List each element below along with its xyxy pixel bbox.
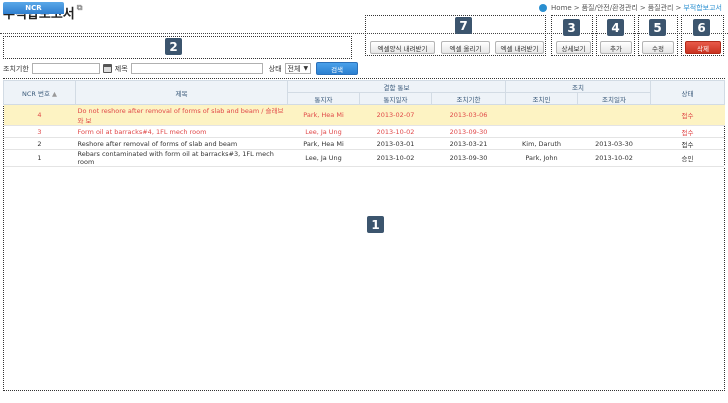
cell-title: Reshore after removal of forms of slab a…: [75, 137, 288, 150]
cell-action-date: [577, 125, 651, 138]
callout-2: 2: [165, 38, 182, 55]
breadcrumb-sep: >: [639, 4, 646, 12]
cell-title: Do not reshore after removal of forms of…: [75, 104, 288, 126]
filter-row: 조치기한 제목 상태 전체 ▼ 검색: [3, 62, 359, 75]
cell-notifier: Park, Hea Mi: [287, 137, 360, 150]
callout-6: 6: [693, 19, 710, 36]
due-date-label: 조치기한: [3, 64, 29, 73]
cell-status: 접수: [650, 125, 725, 138]
cell-status: 접수: [650, 137, 725, 150]
breadcrumb-current: 부적합보고서: [683, 4, 722, 12]
table-row[interactable]: 1 Rebars contaminated with form oil at b…: [3, 149, 725, 167]
cell-title: Rebars contaminated with form oil at bar…: [75, 149, 288, 167]
cell-action-person: [505, 125, 578, 138]
cell-action-date: 2013-10-02: [577, 149, 651, 167]
calendar-icon[interactable]: [102, 64, 112, 73]
col-group-defect-notice: 결함 통보: [287, 80, 506, 93]
delete-button[interactable]: 삭제: [685, 41, 721, 54]
excel-download-button[interactable]: 엑셀 내려받기: [495, 41, 544, 54]
callout-1: 1: [367, 216, 384, 233]
col-header-action-person[interactable]: 조치인: [505, 92, 578, 105]
table-row[interactable]: 2 Reshore after removal of forms of slab…: [3, 137, 725, 150]
cell-due-date: 2013-09-30: [431, 125, 506, 138]
chevron-down-icon: ▼: [303, 65, 309, 72]
breadcrumb-section[interactable]: 품질/안전/환경관리: [582, 3, 638, 13]
excel-upload-button[interactable]: 엑셀 올리기: [441, 41, 490, 54]
status-select[interactable]: 전체 ▼: [284, 63, 312, 74]
col-header-due-date[interactable]: 조치기한: [431, 92, 506, 105]
ncr-table: NCR 번호 ▲ 제목 결함 통보 조치 상태 통지자 통지일자 조치기한 조치…: [3, 80, 725, 167]
col-header-no[interactable]: NCR 번호 ▲: [3, 80, 76, 105]
breadcrumb-sep: >: [675, 4, 682, 12]
cell-notice-date: 2013-10-02: [359, 149, 432, 167]
sort-asc-icon[interactable]: ▲: [52, 90, 57, 98]
col-header-title[interactable]: 제목: [75, 80, 288, 105]
cell-notice-date: 2013-02-07: [359, 104, 432, 126]
cell-no: 3: [3, 125, 76, 138]
cell-action-date: [577, 104, 651, 126]
status-filter-label: 상태: [268, 64, 282, 73]
breadcrumb-subsection[interactable]: 품질관리: [648, 3, 674, 13]
breadcrumb: Home > 품질/안전/환경관리 > 품질관리 > 부적합보고서: [539, 3, 722, 13]
title-filter-field[interactable]: [130, 63, 263, 74]
col-header-notifier[interactable]: 통지자: [287, 92, 360, 105]
cell-title: Form oil at barracks#4, 1FL mech room: [75, 125, 288, 138]
col-header-status[interactable]: 상태: [650, 80, 725, 105]
callout-7: 7: [455, 17, 472, 34]
due-date-field[interactable]: [31, 63, 100, 74]
cell-notifier: Lee, Ja Ung: [287, 149, 360, 167]
popout-icon[interactable]: ⧉: [77, 3, 83, 12]
add-button[interactable]: 추가: [600, 41, 632, 54]
breadcrumb-sep: >: [573, 4, 580, 12]
cell-notice-date: 2013-10-02: [359, 125, 432, 138]
cell-action-person: Kim, Daruth: [505, 137, 578, 150]
home-icon[interactable]: [539, 4, 548, 12]
excel-template-download-button[interactable]: 엑셀양식 내려받기: [370, 41, 435, 54]
edit-button[interactable]: 수정: [642, 41, 674, 54]
cell-no: 1: [3, 149, 76, 167]
col-header-notice-date[interactable]: 통지일자: [359, 92, 432, 105]
cell-due-date: 2013-03-06: [431, 104, 506, 126]
tab-ncr[interactable]: NCR: [3, 2, 64, 14]
cell-action-person: [505, 104, 578, 126]
cell-no: 4: [3, 104, 76, 126]
status-select-value: 전체: [287, 64, 301, 73]
cell-action-person: Park, John: [505, 149, 578, 167]
cell-notifier: Lee, Ja Ung: [287, 125, 360, 138]
cell-status: 승인: [650, 149, 725, 167]
title-filter-label: 제목: [114, 64, 128, 73]
breadcrumb-home[interactable]: Home: [551, 4, 572, 12]
cell-notice-date: 2013-03-01: [359, 137, 432, 150]
cell-notifier: Park, Hea Mi: [287, 104, 360, 126]
callout-5: 5: [649, 19, 666, 36]
table-row[interactable]: 3 Form oil at barracks#4, 1FL mech room …: [3, 125, 725, 138]
cell-due-date: 2013-09-30: [431, 149, 506, 167]
col-header-action-date[interactable]: 조치일자: [577, 92, 651, 105]
callout-4: 4: [607, 19, 624, 36]
cell-due-date: 2013-03-21: [431, 137, 506, 150]
search-button[interactable]: 검색: [316, 62, 359, 75]
table-row[interactable]: 4 Do not reshore after removal of forms …: [3, 104, 725, 126]
cell-no: 2: [3, 137, 76, 150]
cell-action-date: 2013-03-30: [577, 137, 651, 150]
detail-button[interactable]: 상세보기: [556, 41, 591, 54]
callout-3: 3: [563, 19, 580, 36]
cell-status: 접수: [650, 104, 725, 126]
col-group-action: 조치: [505, 80, 651, 93]
